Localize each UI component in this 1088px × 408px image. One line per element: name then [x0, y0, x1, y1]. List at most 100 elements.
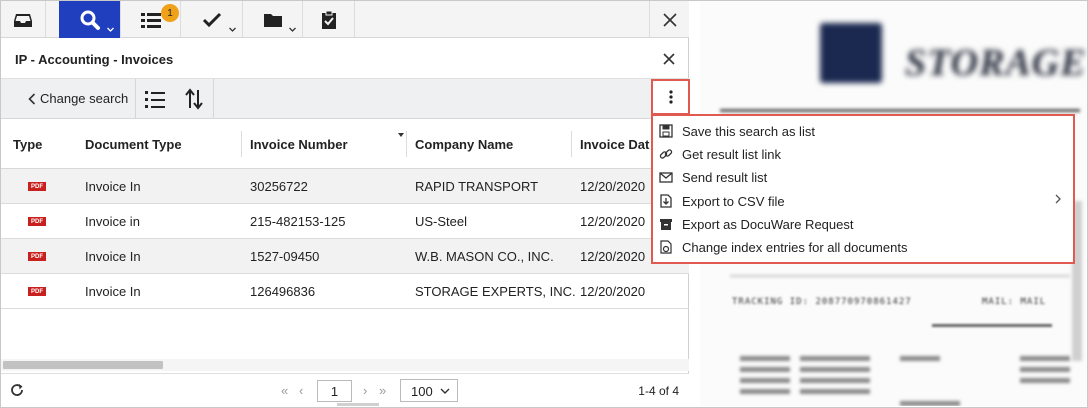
refresh-button[interactable] [9, 382, 27, 400]
cell-document-type: Invoice in [85, 214, 140, 229]
results-toolbar: Change search [1, 79, 689, 119]
edit-index-icon [660, 240, 672, 254]
table-row[interactable]: PDF Invoice In 126496836 STORAGE EXPERTS… [1, 274, 689, 309]
menu-item-label: Get result list link [682, 147, 781, 162]
menu-item-send-list[interactable]: Send result list [653, 166, 1073, 189]
list-view-button[interactable] [142, 87, 168, 111]
menu-item-label: Export as DocuWare Request [682, 217, 854, 232]
first-page-icon[interactable]: « [281, 383, 288, 398]
menu-item-save-search[interactable]: Save this search as list [653, 120, 1073, 143]
cell-company-name: STORAGE EXPERTS, INC. [415, 284, 576, 299]
resize-handle[interactable] [337, 403, 379, 406]
cell-invoice-date: 12/20/2020 [580, 179, 646, 194]
tracking-text: TRACKING ID: 208770970861427 [732, 297, 912, 307]
envelope-icon [659, 172, 673, 183]
cell-document-type: Invoice In [85, 179, 141, 194]
close-icon [663, 53, 675, 65]
pdf-icon: PDF [28, 287, 46, 296]
document-rule [720, 109, 1080, 112]
document-text-block [1020, 378, 1070, 383]
column-divider[interactable] [406, 131, 407, 157]
column-header-invoice-date[interactable]: Invoice Dat [580, 137, 649, 152]
pagination-bar: « ‹ 1 › » 100 1-4 of 4 [1, 373, 689, 406]
list-icon [140, 12, 161, 28]
close-results-button[interactable] [659, 49, 679, 69]
more-options-menu: Save this search as list Get result list… [651, 114, 1075, 264]
document-brand-text: STORAGE E [905, 42, 1087, 84]
menu-item-label: Save this search as list [682, 124, 815, 139]
cell-invoice-number: 126496836 [250, 284, 316, 299]
tray-button[interactable] [1, 1, 46, 38]
document-text-block [1020, 367, 1070, 372]
column-header-company-name[interactable]: Company Name [415, 137, 513, 152]
sort-indicator-icon [398, 133, 404, 137]
document-text-block [900, 356, 940, 361]
document-rule [730, 275, 1070, 277]
menu-item-label: Export to CSV file [682, 194, 785, 209]
column-divider[interactable] [571, 131, 572, 157]
cell-company-name: US-Steel [415, 214, 468, 229]
page-size-select[interactable]: 100 [400, 379, 458, 402]
more-options-button[interactable] [651, 79, 690, 115]
chevron-down-icon [289, 27, 296, 32]
company-logo [820, 23, 882, 83]
cell-invoice-number: 215-482153-125 [250, 214, 346, 229]
cell-invoice-date: 12/20/2020 [580, 249, 646, 264]
table-row[interactable]: PDF Invoice In 30256722 RAPID TRANSPORT … [1, 169, 689, 204]
list-view-icon [145, 91, 165, 108]
sort-button[interactable] [181, 87, 207, 111]
menu-item-export-csv[interactable]: Export to CSV file [653, 190, 1073, 213]
chevron-down-icon [229, 27, 236, 32]
chevron-down-icon [440, 388, 450, 394]
column-divider[interactable] [241, 131, 242, 157]
next-page-icon[interactable]: › [363, 383, 367, 398]
refresh-icon [11, 384, 23, 396]
table-header: Type Document Type Invoice Number Compan… [1, 119, 689, 169]
cell-invoice-number: 30256722 [250, 179, 308, 194]
last-page-icon[interactable]: » [379, 383, 386, 398]
change-search-button[interactable]: Change search [25, 85, 131, 113]
close-icon [662, 12, 677, 27]
search-results-pane: 1 IP - Accounting - Invoices Change sear… [1, 1, 689, 406]
clipboard-button[interactable] [303, 1, 355, 38]
toolbar-divider [213, 79, 214, 119]
tasks-button[interactable] [181, 1, 243, 38]
cell-invoice-number: 1527-09450 [250, 249, 320, 264]
menu-item-label: Change index entries for all documents [682, 240, 908, 255]
document-text-block [800, 378, 870, 383]
search-button[interactable] [59, 1, 121, 38]
column-header-type[interactable]: Type [13, 137, 42, 152]
document-text-block [740, 378, 790, 383]
chevron-left-icon [28, 93, 36, 105]
document-text-block [740, 367, 790, 372]
horizontal-scrollbar[interactable] [1, 359, 689, 371]
previous-page-icon[interactable]: ‹ [299, 383, 303, 398]
checkmark-icon [202, 12, 221, 27]
menu-item-get-link[interactable]: Get result list link [653, 143, 1073, 166]
toolbar-divider [135, 79, 136, 119]
column-header-document-type[interactable]: Document Type [85, 137, 182, 152]
page-number-input[interactable]: 1 [317, 380, 352, 402]
cell-company-name: RAPID TRANSPORT [415, 179, 539, 194]
table-row[interactable]: PDF Invoice in 215-482153-125 US-Steel 1… [1, 204, 689, 239]
kebab-menu-icon [668, 90, 673, 104]
close-pane-button[interactable] [649, 1, 689, 38]
sort-icon [185, 88, 203, 110]
chevron-right-icon [1055, 194, 1061, 204]
table-row[interactable]: PDF Invoice In 1527-09450 W.B. MASON CO.… [1, 239, 689, 274]
scrollbar-thumb[interactable] [3, 361, 163, 369]
change-search-label: Change search [40, 91, 129, 106]
pdf-icon: PDF [28, 182, 46, 191]
page-title: IP - Accounting - Invoices [15, 52, 174, 67]
document-text-block [740, 356, 790, 361]
document-text-block [1020, 356, 1070, 361]
menu-item-change-index[interactable]: Change index entries for all documents [653, 236, 1073, 259]
menu-item-export-request[interactable]: Export as DocuWare Request [653, 213, 1073, 236]
file-cabinet-button[interactable] [243, 1, 303, 38]
cell-company-name: W.B. MASON CO., INC. [415, 249, 554, 264]
cell-document-type: Invoice In [85, 284, 141, 299]
column-header-invoice-number[interactable]: Invoice Number [250, 137, 348, 152]
pdf-icon: PDF [28, 252, 46, 261]
result-lists-button[interactable]: 1 [121, 1, 181, 38]
notification-badge: 1 [161, 4, 179, 22]
